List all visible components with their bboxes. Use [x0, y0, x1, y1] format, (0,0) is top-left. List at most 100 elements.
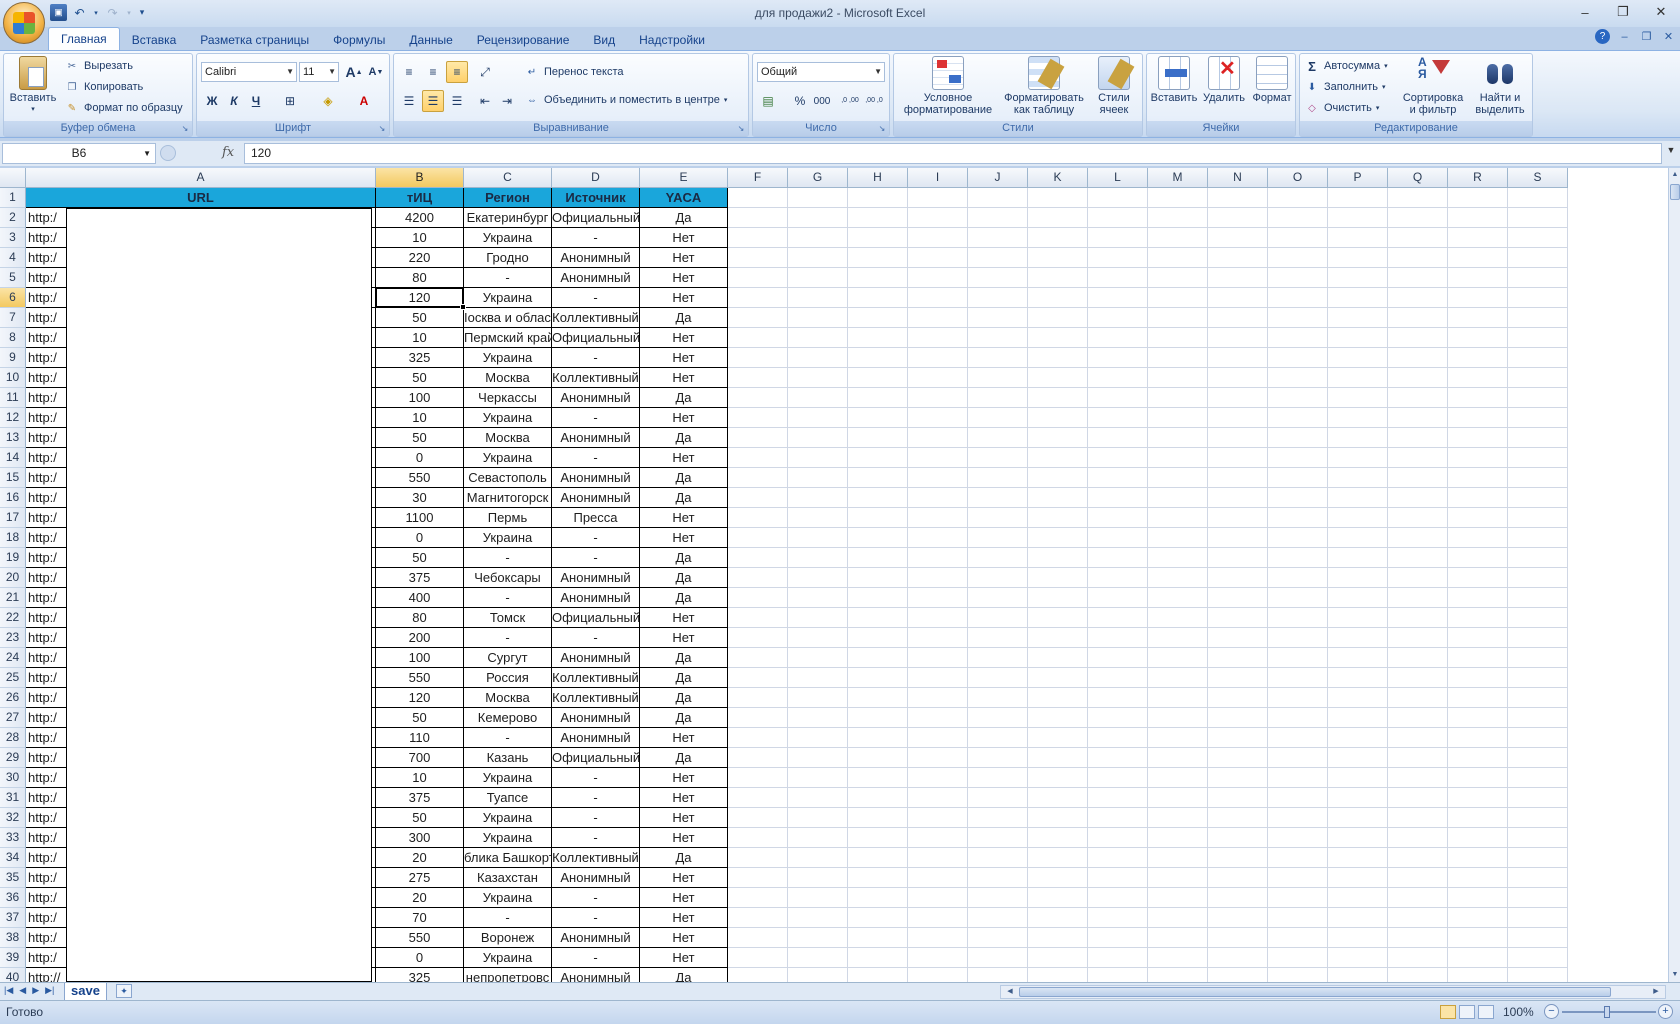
table-cell[interactable]: -	[464, 268, 552, 288]
cell-empty[interactable]	[968, 928, 1028, 948]
table-cell[interactable]: Іосква и област	[464, 308, 552, 328]
cell-empty[interactable]	[1028, 908, 1088, 928]
column-header-c[interactable]: C	[464, 168, 552, 188]
percent-button[interactable]: %	[789, 90, 811, 112]
cell-empty[interactable]	[1028, 648, 1088, 668]
table-cell[interactable]: Да	[640, 968, 728, 982]
scroll-left-icon[interactable]: ◀	[1003, 986, 1017, 998]
cell-empty[interactable]	[1448, 948, 1508, 968]
cell-empty[interactable]	[788, 628, 848, 648]
row-header[interactable]: 13	[0, 428, 26, 448]
cell-empty[interactable]	[1028, 828, 1088, 848]
cell-empty[interactable]	[728, 788, 788, 808]
cell-empty[interactable]	[908, 288, 968, 308]
cell-empty[interactable]	[1448, 608, 1508, 628]
cell-empty[interactable]	[1148, 688, 1208, 708]
vertical-scrollbar[interactable]: ▲ ▼	[1668, 168, 1680, 982]
font-color-button[interactable]: A	[353, 90, 375, 112]
table-cell[interactable]: Нет	[640, 768, 728, 788]
cell-empty[interactable]	[1328, 448, 1388, 468]
cell-empty[interactable]	[908, 848, 968, 868]
table-cell[interactable]: Нет	[640, 328, 728, 348]
cell-empty[interactable]	[1028, 428, 1088, 448]
cell-empty[interactable]	[1208, 948, 1268, 968]
column-header-b[interactable]: B	[376, 168, 464, 188]
cell-empty[interactable]	[1148, 628, 1208, 648]
cell-empty[interactable]	[788, 348, 848, 368]
cell-empty[interactable]	[1448, 788, 1508, 808]
bold-button[interactable]: Ж	[201, 90, 223, 112]
cell-empty[interactable]	[908, 388, 968, 408]
cell-empty[interactable]	[1028, 248, 1088, 268]
cell-empty[interactable]	[1208, 188, 1268, 208]
table-cell[interactable]: 120	[376, 288, 464, 308]
cell-empty[interactable]	[1448, 188, 1508, 208]
cell-empty[interactable]	[848, 528, 908, 548]
insert-cells-button[interactable]: Вставить	[1149, 56, 1199, 104]
cell-empty[interactable]	[1028, 568, 1088, 588]
cell-empty[interactable]	[1208, 268, 1268, 288]
cell-empty[interactable]	[728, 448, 788, 468]
cell-empty[interactable]	[1208, 788, 1268, 808]
cell-empty[interactable]	[728, 608, 788, 628]
cell-empty[interactable]	[788, 688, 848, 708]
fill-color-button[interactable]: ◈	[317, 90, 339, 112]
cell-empty[interactable]	[1388, 908, 1448, 928]
cell-empty[interactable]	[1148, 508, 1208, 528]
table-cell[interactable]: Официальный	[552, 208, 640, 228]
cell-empty[interactable]	[1088, 228, 1148, 248]
cell-empty[interactable]	[1148, 268, 1208, 288]
table-cell[interactable]: Анонимный	[552, 268, 640, 288]
cell-empty[interactable]	[968, 428, 1028, 448]
table-cell[interactable]: Томск	[464, 608, 552, 628]
column-header-k[interactable]: K	[1028, 168, 1088, 188]
cell-empty[interactable]	[1088, 648, 1148, 668]
cell-empty[interactable]	[1148, 808, 1208, 828]
cell-empty[interactable]	[1088, 448, 1148, 468]
cell-empty[interactable]	[1148, 388, 1208, 408]
column-header-i[interactable]: I	[908, 168, 968, 188]
cell-empty[interactable]	[1268, 768, 1328, 788]
find-select-button[interactable]: Найти и выделить	[1468, 56, 1532, 116]
row-header[interactable]: 12	[0, 408, 26, 428]
cell-empty[interactable]	[848, 368, 908, 388]
table-cell[interactable]: Коллективный	[552, 368, 640, 388]
workbook-close-button[interactable]: ✕	[1661, 29, 1676, 44]
cell-empty[interactable]	[1328, 528, 1388, 548]
cell-empty[interactable]	[788, 188, 848, 208]
cell-empty[interactable]	[1088, 908, 1148, 928]
close-button[interactable]: ✕	[1642, 0, 1680, 24]
table-cell[interactable]: Воронеж	[464, 928, 552, 948]
cell-empty[interactable]	[1088, 368, 1148, 388]
cell-empty[interactable]	[1088, 808, 1148, 828]
row-header[interactable]: 3	[0, 228, 26, 248]
cell-empty[interactable]	[1388, 368, 1448, 388]
cell-empty[interactable]	[728, 308, 788, 328]
column-header-n[interactable]: N	[1208, 168, 1268, 188]
table-cell[interactable]: 200	[376, 628, 464, 648]
cell-empty[interactable]	[728, 768, 788, 788]
table-cell[interactable]: Нет	[640, 228, 728, 248]
cell-empty[interactable]	[908, 928, 968, 948]
cell-empty[interactable]	[1088, 548, 1148, 568]
cell-empty[interactable]	[1388, 928, 1448, 948]
cell-empty[interactable]	[1328, 488, 1388, 508]
cell-empty[interactable]	[848, 808, 908, 828]
cell-empty[interactable]	[1448, 208, 1508, 228]
align-center-button[interactable]: ☰	[422, 90, 444, 112]
cell-empty[interactable]	[1028, 808, 1088, 828]
cell-empty[interactable]	[1088, 588, 1148, 608]
cell-empty[interactable]	[1448, 388, 1508, 408]
cell-empty[interactable]	[1268, 448, 1328, 468]
table-cell[interactable]: Да	[640, 588, 728, 608]
cell-empty[interactable]	[908, 948, 968, 968]
cell-empty[interactable]	[968, 748, 1028, 768]
cell-empty[interactable]	[1388, 528, 1448, 548]
cell-empty[interactable]	[1208, 368, 1268, 388]
cell-empty[interactable]	[1508, 888, 1568, 908]
cell-empty[interactable]	[1448, 468, 1508, 488]
cell-empty[interactable]	[1328, 688, 1388, 708]
cell-empty[interactable]	[968, 828, 1028, 848]
cell-empty[interactable]	[1088, 348, 1148, 368]
cell-empty[interactable]	[1028, 368, 1088, 388]
